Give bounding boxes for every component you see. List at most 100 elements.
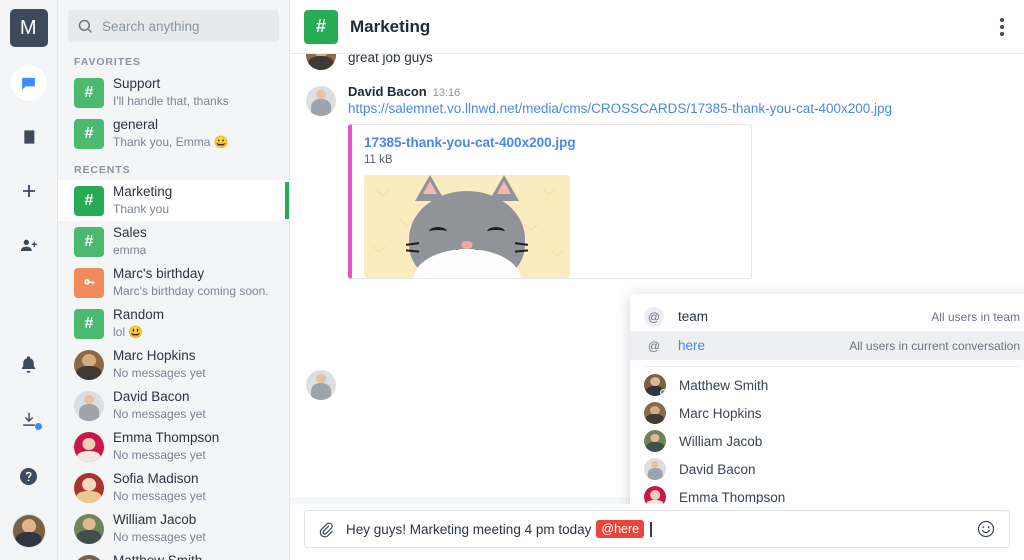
attachment-size: 11 kB — [364, 154, 739, 166]
sidebar-item-william-jacob[interactable]: William JacobNo messages yet — [58, 508, 289, 549]
channel-header: # Marketing — [290, 0, 1024, 54]
sidebar-item-preview: emma — [113, 243, 147, 258]
sidebar-item-sofia-madison[interactable]: Sofia MadisonNo messages yet — [58, 467, 289, 508]
sidebar-item-support[interactable]: # SupportI'll handle that, thanks — [58, 72, 289, 113]
sidebar-item-sales[interactable]: #Salesemma — [58, 221, 289, 262]
chat-application: M — [0, 0, 1024, 560]
attachment-preview-image[interactable] — [364, 175, 570, 278]
mention-option-description: All users in current conversation — [849, 339, 1020, 353]
message-composer[interactable]: Hey guys! Marketing meeting 4 pm today @… — [304, 510, 1010, 548]
sidebar-item-text: Marc's birthdayMarc's birthday coming so… — [113, 266, 269, 299]
mention-user-matthew-smith[interactable]: Matthew Smith — [630, 371, 1024, 399]
sidebar-item-marc-s-birthday[interactable]: Marc's birthdayMarc's birthday coming so… — [58, 262, 289, 303]
current-user-avatar[interactable] — [12, 514, 46, 548]
avatar — [306, 54, 336, 70]
sidebar-item-david-bacon[interactable]: David BaconNo messages yet — [58, 385, 289, 426]
sidebar-item-preview: I'll handle that, thanks — [113, 94, 229, 109]
bell-icon[interactable] — [11, 346, 47, 382]
message-author: David Bacon — [348, 84, 427, 99]
mention-autocomplete-popup[interactable]: @teamAll users in team@hereAll users in … — [630, 294, 1024, 504]
sidebar-item-marketing[interactable]: #MarketingThank you — [58, 180, 289, 221]
attachment-filename[interactable]: 17385-thank-you-cat-400x200.jpg — [364, 135, 739, 150]
mention-user-emma-thompson[interactable]: Emma Thompson — [630, 483, 1024, 504]
avatar — [644, 374, 666, 396]
sidebar-item-preview: No messages yet — [113, 407, 206, 422]
smiley-icon[interactable] — [977, 520, 997, 538]
avatar — [74, 473, 104, 503]
avatar — [644, 486, 666, 504]
sidebar-item-preview: Marc's birthday coming soon. — [113, 284, 269, 299]
hash-icon: # — [74, 227, 104, 257]
mention-user-william-jacob[interactable]: William Jacob — [630, 427, 1024, 455]
avatar — [306, 370, 336, 400]
download-icon[interactable] — [11, 402, 47, 438]
sidebar-item-general[interactable]: #generalThank you, Emma 😀 — [58, 113, 289, 154]
sidebar-item-label: William Jacob — [113, 512, 206, 529]
hash-icon: # — [74, 78, 104, 108]
sidebar-item-text: MarketingThank you — [113, 184, 172, 217]
mention-user-marc-hopkins[interactable]: Marc Hopkins — [630, 399, 1024, 427]
paperclip-icon[interactable] — [317, 521, 335, 538]
sidebar-item-preview: lol 😃 — [113, 325, 164, 340]
sidebar-item-preview: No messages yet — [113, 530, 206, 545]
mention-user-label: William Jacob — [679, 434, 762, 449]
search-input[interactable] — [102, 19, 269, 34]
sidebar-item-text: Emma ThompsonNo messages yet — [113, 430, 219, 463]
sidebar-item-matthew-smith[interactable]: Matthew SmithNo messages yet — [58, 549, 289, 560]
sidebar-item-marc-hopkins[interactable]: Marc HopkinsNo messages yet — [58, 344, 289, 385]
avatar — [644, 458, 666, 480]
avatar — [74, 555, 104, 560]
sidebar-item-emma-thompson[interactable]: Emma ThompsonNo messages yet — [58, 426, 289, 467]
mention-chip[interactable]: @here — [596, 520, 644, 539]
sidebar-section-title: FAVORITES — [58, 46, 289, 72]
mention-user-list: Matthew Smith Marc Hopkins William Jacob Da… — [630, 371, 1024, 504]
sidebar-item-label: Marc's birthday — [113, 266, 269, 283]
help-icon[interactable] — [11, 458, 47, 494]
mention-user-david-bacon[interactable]: David Bacon — [630, 455, 1024, 483]
mention-user-label: David Bacon — [679, 462, 756, 477]
sidebar-item-random[interactable]: # Randomlol 😃 — [58, 303, 289, 344]
contacts-icon[interactable] — [11, 119, 47, 155]
kebab-menu-icon[interactable] — [994, 12, 1010, 42]
avatar — [644, 430, 666, 452]
main-panel: # Marketing great job guys — [290, 0, 1024, 560]
sidebar-item-label: general — [113, 117, 229, 134]
sidebar-item-text: Matthew SmithNo messages yet — [113, 553, 206, 560]
page-title: Marketing — [350, 17, 430, 37]
add-user-icon[interactable] — [11, 227, 47, 263]
sidebar-sections: FAVORITES # SupportI'll handle that, thank… — [58, 46, 289, 560]
text-caret — [650, 522, 652, 537]
sidebar-item-preview: No messages yet — [113, 366, 206, 381]
message-timestamp: 13:16 — [433, 87, 461, 99]
sidebar-item-text: Randomlol 😃 — [113, 307, 164, 340]
hash-icon: # — [74, 309, 104, 339]
message-link[interactable]: https://salemnet.vo.llnwd.net/media/cms/… — [348, 99, 1008, 119]
composer-text[interactable]: Hey guys! Marketing meeting 4 pm today @… — [346, 520, 966, 539]
sidebar-item-preview: Thank you, Emma 😀 — [113, 135, 229, 150]
sidebar-item-text: generalThank you, Emma 😀 — [113, 117, 229, 150]
mention-user-label: Matthew Smith — [679, 378, 768, 393]
message-list[interactable]: great job guys David Bacon 13:16 https:/… — [290, 54, 1024, 504]
mention-option-label: here — [678, 338, 705, 353]
mention-option-team[interactable]: @teamAll users in team — [630, 302, 1024, 331]
workspace-logo[interactable]: M — [10, 9, 48, 47]
avatar — [74, 350, 104, 380]
search-box[interactable] — [68, 10, 279, 42]
avatar — [74, 432, 104, 462]
mention-option-here[interactable]: @hereAll users in current conversation — [630, 331, 1024, 360]
sidebar-item-label: Sofia Madison — [113, 471, 206, 488]
attachment-card[interactable]: 17385-thank-you-cat-400x200.jpg 11 kB — [348, 124, 752, 279]
key-icon — [74, 268, 104, 298]
sidebar-item-label: Support — [113, 76, 229, 93]
channel-hash-icon: # — [304, 10, 338, 44]
rail-bottom-group — [0, 346, 57, 560]
sidebar-item-preview: No messages yet — [113, 448, 219, 463]
chat-icon[interactable] — [11, 65, 47, 101]
search-container — [58, 0, 289, 46]
plus-icon[interactable] — [11, 173, 47, 209]
sidebar: FAVORITES # SupportI'll handle that, thank… — [58, 0, 290, 560]
mention-special-list: @teamAll users in team@hereAll users in … — [630, 302, 1024, 360]
avatar — [74, 514, 104, 544]
sidebar-item-text: William JacobNo messages yet — [113, 512, 206, 545]
sidebar-section-title: RECENTS — [58, 154, 289, 180]
